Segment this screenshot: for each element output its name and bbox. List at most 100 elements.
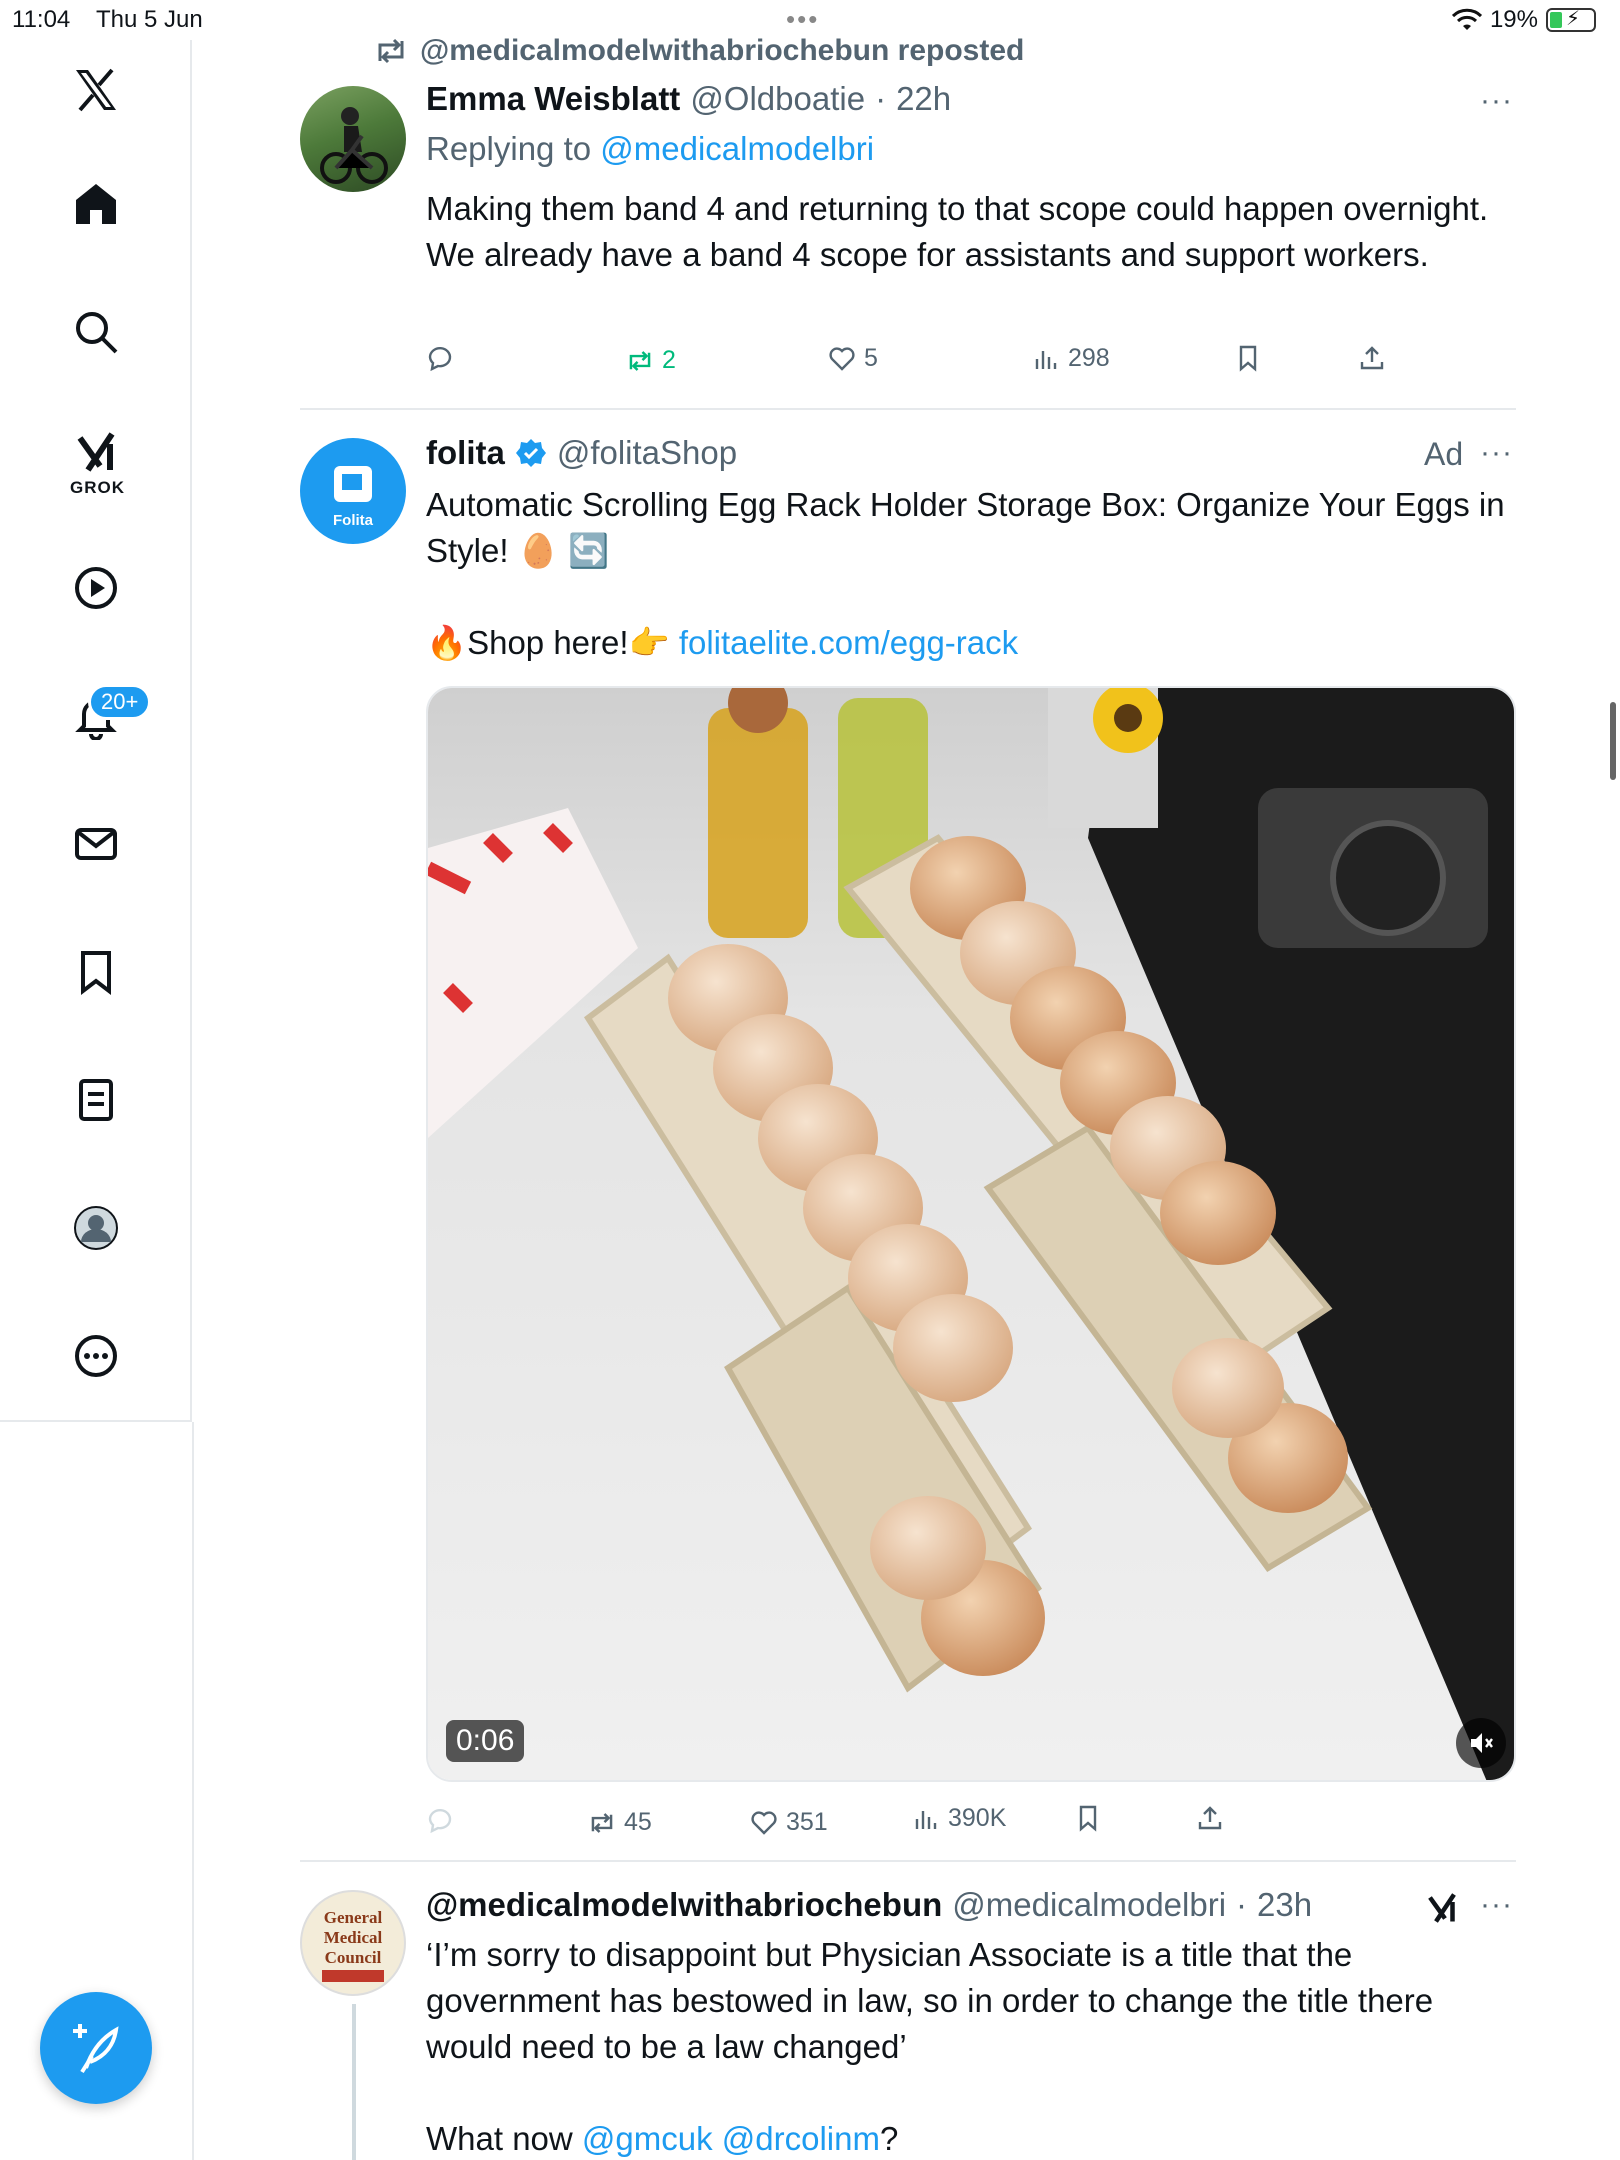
post-text: ‘I’m sorry to disappoint but Physician A… — [426, 1936, 1434, 2065]
shop-line: 🔥Shop here!👉 folitaelite.com/egg-rack — [426, 620, 1018, 666]
separator-dot: · — [1236, 1886, 1248, 1923]
thread-line — [352, 2004, 356, 2160]
bookmark-button[interactable] — [1074, 1804, 1102, 1832]
views-button[interactable]: 298 — [1032, 344, 1110, 373]
retweet-count: 45 — [624, 1808, 652, 1836]
messages-icon[interactable] — [56, 804, 136, 884]
like-count: 351 — [786, 1808, 828, 1836]
x-logo-icon[interactable] — [56, 50, 136, 130]
replying-handle[interactable]: @medicalmodelbri — [600, 130, 874, 167]
lists-icon[interactable] — [56, 1060, 136, 1140]
text-suffix: ? — [879, 2120, 899, 2157]
views-icon — [915, 1810, 937, 1829]
more-icon[interactable] — [56, 1316, 136, 1396]
more-options-icon[interactable]: ··· — [1480, 1888, 1513, 1922]
verified-badge-icon — [515, 439, 546, 467]
reply-button[interactable] — [426, 344, 454, 372]
home-icon[interactable] — [56, 164, 136, 244]
bookmark-button[interactable] — [1234, 344, 1262, 372]
author-name[interactable]: Emma Weisblatt — [426, 80, 680, 118]
avatar-text: General Medical Council — [323, 1908, 383, 1967]
like-count: 5 — [864, 344, 878, 372]
cyclist-avatar-image — [320, 107, 388, 184]
avatar[interactable]: Folita — [300, 438, 406, 544]
views-count: 390K — [948, 1804, 1007, 1832]
retweet-icon — [591, 1812, 613, 1833]
post-time[interactable]: 23h — [1257, 1886, 1312, 1924]
compose-button[interactable] — [40, 1992, 152, 2104]
scrollbar[interactable] — [1610, 702, 1616, 780]
grok-label: GROK — [70, 478, 125, 497]
video-player[interactable]: 0:06 — [426, 686, 1516, 1782]
more-options-icon[interactable]: ··· — [1480, 84, 1513, 118]
multitask-dots-icon[interactable]: ••• — [786, 4, 819, 35]
share-icon — [1198, 1806, 1222, 1830]
reply-icon — [428, 1808, 452, 1834]
video-icon[interactable] — [56, 548, 136, 628]
views-icon — [1035, 350, 1057, 369]
repost-banner-text: @medicalmodelwithabriochebun reposted — [420, 34, 1025, 67]
egg-rack-video-frame — [428, 688, 1514, 1780]
post-header: folita @folitaShop — [426, 434, 737, 472]
retweet-button[interactable]: 45 — [588, 1808, 652, 1837]
like-button[interactable]: 351 — [750, 1808, 828, 1837]
post-time[interactable]: 22h — [896, 80, 951, 118]
share-button[interactable] — [1196, 1804, 1224, 1832]
author-handle[interactable]: @medicalmodelbri — [952, 1886, 1226, 1924]
bookmark-icon — [1079, 1805, 1097, 1832]
retweet-icon — [378, 38, 404, 64]
grok-explain-button[interactable] — [1424, 1890, 1460, 1931]
share-icon — [1360, 346, 1384, 370]
post-divider — [300, 408, 1516, 410]
more-options-icon[interactable]: ··· — [1480, 436, 1513, 470]
search-icon[interactable] — [56, 292, 136, 372]
author-name[interactable]: @medicalmodelwithabriochebun — [426, 1886, 942, 1924]
post-text: Automatic Scrolling Egg Rack Holder Stor… — [426, 486, 1505, 569]
mute-button[interactable] — [1456, 1718, 1506, 1768]
reply-button[interactable] — [426, 1806, 454, 1834]
heart-icon — [751, 1810, 777, 1835]
like-button[interactable]: 5 — [828, 344, 878, 373]
text-prefix: What now — [426, 2120, 573, 2157]
author-handle[interactable]: @folitaShop — [557, 434, 737, 472]
shop-link[interactable]: folitaelite.com/egg-rack — [679, 624, 1018, 661]
views-count: 298 — [1068, 344, 1110, 372]
retweet-count: 2 — [662, 346, 676, 374]
avatar[interactable]: General Medical Council — [300, 1890, 406, 1996]
wifi-icon — [1451, 8, 1482, 30]
battery-icon: ⚡ — [1546, 8, 1596, 32]
notifications-badge: 20+ — [88, 684, 152, 720]
sidebar-border — [192, 1422, 194, 2160]
status-right: 19% ⚡ — [1451, 6, 1596, 34]
heart-icon — [829, 346, 855, 371]
ad-label: Ad — [1424, 436, 1464, 472]
profile-icon[interactable] — [56, 1188, 136, 1268]
avatar[interactable] — [300, 86, 406, 192]
bookmark-icon — [1239, 345, 1257, 372]
separator-dot: · — [875, 80, 887, 117]
shop-text: 🔥Shop here!👉 — [426, 624, 670, 661]
battery-percent: 19% — [1489, 6, 1538, 33]
folita-avatar-label: Folita — [333, 512, 373, 529]
status-date: Thu 5 Jun — [96, 6, 203, 33]
author-handle[interactable]: @Oldboatie — [690, 80, 865, 118]
replying-to: Replying to @medicalmodelbri — [426, 130, 874, 168]
replying-label: Replying to — [426, 130, 592, 167]
post-text: Making them band 4 and returning to that… — [426, 190, 1489, 273]
video-duration: 0:06 — [446, 1720, 525, 1762]
author-name[interactable]: folita — [426, 434, 505, 472]
repost-banner[interactable]: @medicalmodelwithabriochebun reposted — [374, 34, 1024, 68]
post-header: Emma Weisblatt @Oldboatie · 22h — [426, 80, 951, 118]
mention-gmcuk[interactable]: @gmcuk — [582, 2120, 713, 2157]
mention-drcolinm[interactable]: @drcolinm — [722, 2120, 880, 2157]
compose-icon — [73, 2024, 119, 2074]
reply-icon — [428, 346, 452, 372]
speaker-muted-icon — [1471, 1733, 1493, 1753]
post-header: @medicalmodelwithabriochebun @medicalmod… — [426, 1886, 1312, 1924]
post-text-2: What now @gmcuk @drcolinm? — [426, 2116, 898, 2160]
share-button[interactable] — [1358, 344, 1386, 372]
bookmarks-icon[interactable] — [56, 932, 136, 1012]
views-button[interactable]: 390K — [912, 1804, 1006, 1833]
retweet-button[interactable]: 2 — [626, 346, 676, 375]
sidebar-divider — [0, 1420, 192, 1422]
